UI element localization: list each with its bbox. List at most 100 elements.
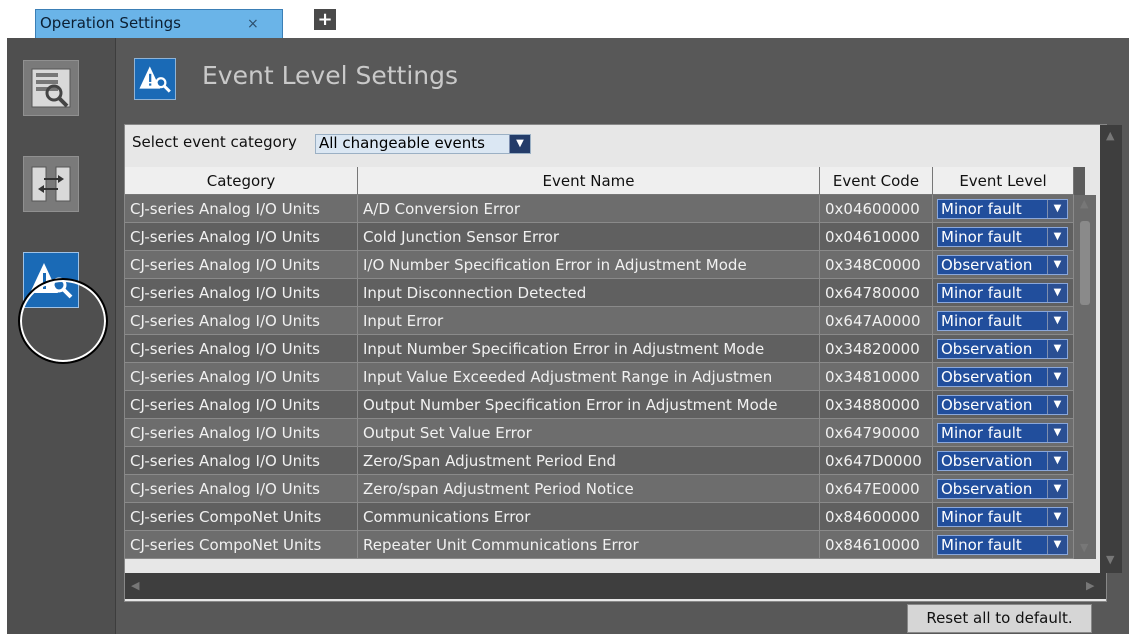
chevron-down-icon[interactable]: ▼ (1106, 553, 1114, 566)
event-level-value: Minor fault (941, 284, 1022, 302)
table-row[interactable]: CJ-series Analog I/O Units Output Set Va… (125, 418, 1074, 447)
horizontal-scrollbar[interactable]: ◀ ▶ (125, 573, 1106, 599)
sidebar-item-io-map[interactable] (23, 60, 79, 116)
chevron-down-icon[interactable]: ▼ (1047, 480, 1067, 498)
panel-vertical-scrollbar[interactable]: ▲ ▼ (1100, 125, 1122, 573)
event-level-panel: Select event category All changeable eve… (124, 124, 1122, 602)
chevron-up-icon[interactable]: ▲ (1106, 129, 1114, 142)
cell-event-code: 0x84600000 (819, 502, 933, 531)
cell-event-level: Minor fault ▼ (932, 278, 1074, 307)
table-row[interactable]: CJ-series Analog I/O Units Input Number … (125, 334, 1074, 363)
event-level-value: Minor fault (941, 424, 1022, 442)
chevron-down-icon[interactable]: ▼ (1047, 424, 1067, 442)
event-level-select[interactable]: Minor fault ▼ (937, 423, 1068, 443)
event-table-container: Category Event Name Event Code Event Lev… (125, 167, 1085, 559)
event-level-select[interactable]: Minor fault ▼ (937, 311, 1068, 331)
chevron-down-icon[interactable]: ▼ (1047, 312, 1067, 330)
chevron-down-icon[interactable]: ▼ (1047, 256, 1067, 274)
add-tab-button[interactable]: + (314, 9, 336, 30)
chevron-down-icon[interactable]: ▼ (1047, 508, 1067, 526)
cell-event-code: 0x647A0000 (819, 306, 933, 335)
cell-event-level: Observation ▼ (932, 446, 1074, 475)
chevron-down-icon[interactable]: ▼ (1047, 284, 1067, 302)
cell-event-code: 0x64780000 (819, 278, 933, 307)
event-level-select[interactable]: Observation ▼ (937, 395, 1068, 415)
close-icon[interactable]: × (247, 16, 259, 32)
cell-event-code: 0x34880000 (819, 390, 933, 419)
sidebar-item-sync[interactable] (23, 156, 79, 212)
event-category-select[interactable]: All changeable events ▼ (315, 134, 531, 154)
cell-category: CJ-series Analog I/O Units (125, 362, 358, 391)
cell-event-level: Observation ▼ (932, 390, 1074, 419)
cell-event-level: Minor fault ▼ (932, 530, 1074, 559)
cell-event-name: Input Disconnection Detected (357, 278, 820, 307)
event-level-select[interactable]: Minor fault ▼ (937, 227, 1068, 247)
table-row[interactable]: CJ-series Analog I/O Units Zero/span Adj… (125, 474, 1074, 503)
event-level-value: Observation (941, 480, 1033, 498)
cell-category: CJ-series Analog I/O Units (125, 250, 358, 279)
cell-category: CJ-series Analog I/O Units (125, 390, 358, 419)
event-level-select[interactable]: Minor fault ▼ (937, 507, 1068, 527)
table-row[interactable]: CJ-series Analog I/O Units Input Disconn… (125, 278, 1074, 307)
cell-event-level: Observation ▼ (932, 334, 1074, 363)
chevron-right-icon[interactable]: ▶ (1086, 579, 1094, 592)
chevron-down-icon[interactable]: ▼ (509, 135, 530, 153)
table-row[interactable]: CJ-series Analog I/O Units Input Value E… (125, 362, 1074, 391)
event-level-select[interactable]: Observation ▼ (937, 451, 1068, 471)
chevron-down-icon[interactable]: ▼ (1047, 200, 1067, 218)
event-level-select[interactable]: Minor fault ▼ (937, 535, 1068, 555)
chevron-down-icon[interactable]: ▼ (1080, 541, 1088, 554)
column-header-event-name[interactable]: Event Name (357, 167, 820, 195)
chevron-left-icon[interactable]: ◀ (131, 579, 139, 592)
cell-event-level: Observation ▼ (932, 474, 1074, 503)
cell-category: CJ-series CompoNet Units (125, 502, 358, 531)
table-vertical-scrollbar[interactable]: ▲ ▼ (1074, 195, 1096, 559)
table-row[interactable]: CJ-series Analog I/O Units I/O Number Sp… (125, 250, 1074, 279)
cell-event-code: 0x04600000 (819, 194, 933, 223)
table-row[interactable]: CJ-series Analog I/O Units Output Number… (125, 390, 1074, 419)
cell-event-code: 0x84610000 (819, 530, 933, 559)
chevron-down-icon[interactable]: ▼ (1047, 368, 1067, 386)
chevron-down-icon[interactable]: ▼ (1047, 536, 1067, 554)
event-category-value: All changeable events (319, 134, 485, 152)
event-level-select[interactable]: Observation ▼ (937, 367, 1068, 387)
chevron-up-icon[interactable]: ▲ (1080, 197, 1088, 210)
event-level-select[interactable]: Observation ▼ (937, 255, 1068, 275)
column-header-event-level[interactable]: Event Level (932, 167, 1074, 195)
column-header-event-code[interactable]: Event Code (819, 167, 933, 195)
cell-event-code: 0x04610000 (819, 222, 933, 251)
cell-event-level: Observation ▼ (932, 250, 1074, 279)
cell-category: CJ-series Analog I/O Units (125, 446, 358, 475)
chevron-down-icon[interactable]: ▼ (1047, 396, 1067, 414)
cell-event-level: Minor fault ▼ (932, 306, 1074, 335)
cell-event-level: Minor fault ▼ (932, 222, 1074, 251)
event-level-select[interactable]: Observation ▼ (937, 479, 1068, 499)
page-title: Event Level Settings (202, 61, 459, 90)
table-row[interactable]: CJ-series CompoNet Units Communications … (125, 502, 1074, 531)
tab-operation-settings[interactable]: Operation Settings × (35, 9, 283, 38)
scrollbar-thumb[interactable] (1080, 221, 1090, 305)
column-header-category[interactable]: Category (125, 167, 358, 195)
chevron-down-icon[interactable]: ▼ (1047, 228, 1067, 246)
chevron-down-icon[interactable]: ▼ (1047, 340, 1067, 358)
table-row[interactable]: CJ-series CompoNet Units Repeater Unit C… (125, 530, 1074, 559)
table-row[interactable]: CJ-series Analog I/O Units A/D Conversio… (125, 194, 1074, 223)
cell-event-level: Minor fault ▼ (932, 502, 1074, 531)
event-level-value: Observation (941, 256, 1033, 274)
event-level-value: Minor fault (941, 228, 1022, 246)
settings-window: Event Level Settings Select event catego… (7, 38, 1129, 634)
cell-event-name: Cold Junction Sensor Error (357, 222, 820, 251)
reset-all-button[interactable]: Reset all to default. (907, 604, 1092, 633)
cell-event-name: Input Value Exceeded Adjustment Range in… (357, 362, 820, 391)
table-row[interactable]: CJ-series Analog I/O Units Zero/Span Adj… (125, 446, 1074, 475)
cell-event-name: Output Number Specification Error in Adj… (357, 390, 820, 419)
event-level-select[interactable]: Minor fault ▼ (937, 199, 1068, 219)
event-level-select[interactable]: Observation ▼ (937, 339, 1068, 359)
event-level-select[interactable]: Minor fault ▼ (937, 283, 1068, 303)
event-table: Category Event Name Event Code Event Lev… (125, 167, 1074, 559)
table-row[interactable]: CJ-series Analog I/O Units Cold Junction… (125, 222, 1074, 251)
table-row[interactable]: CJ-series Analog I/O Units Input Error 0… (125, 306, 1074, 335)
cell-category: CJ-series Analog I/O Units (125, 194, 358, 223)
cell-event-name: Input Number Specification Error in Adju… (357, 334, 820, 363)
chevron-down-icon[interactable]: ▼ (1047, 452, 1067, 470)
